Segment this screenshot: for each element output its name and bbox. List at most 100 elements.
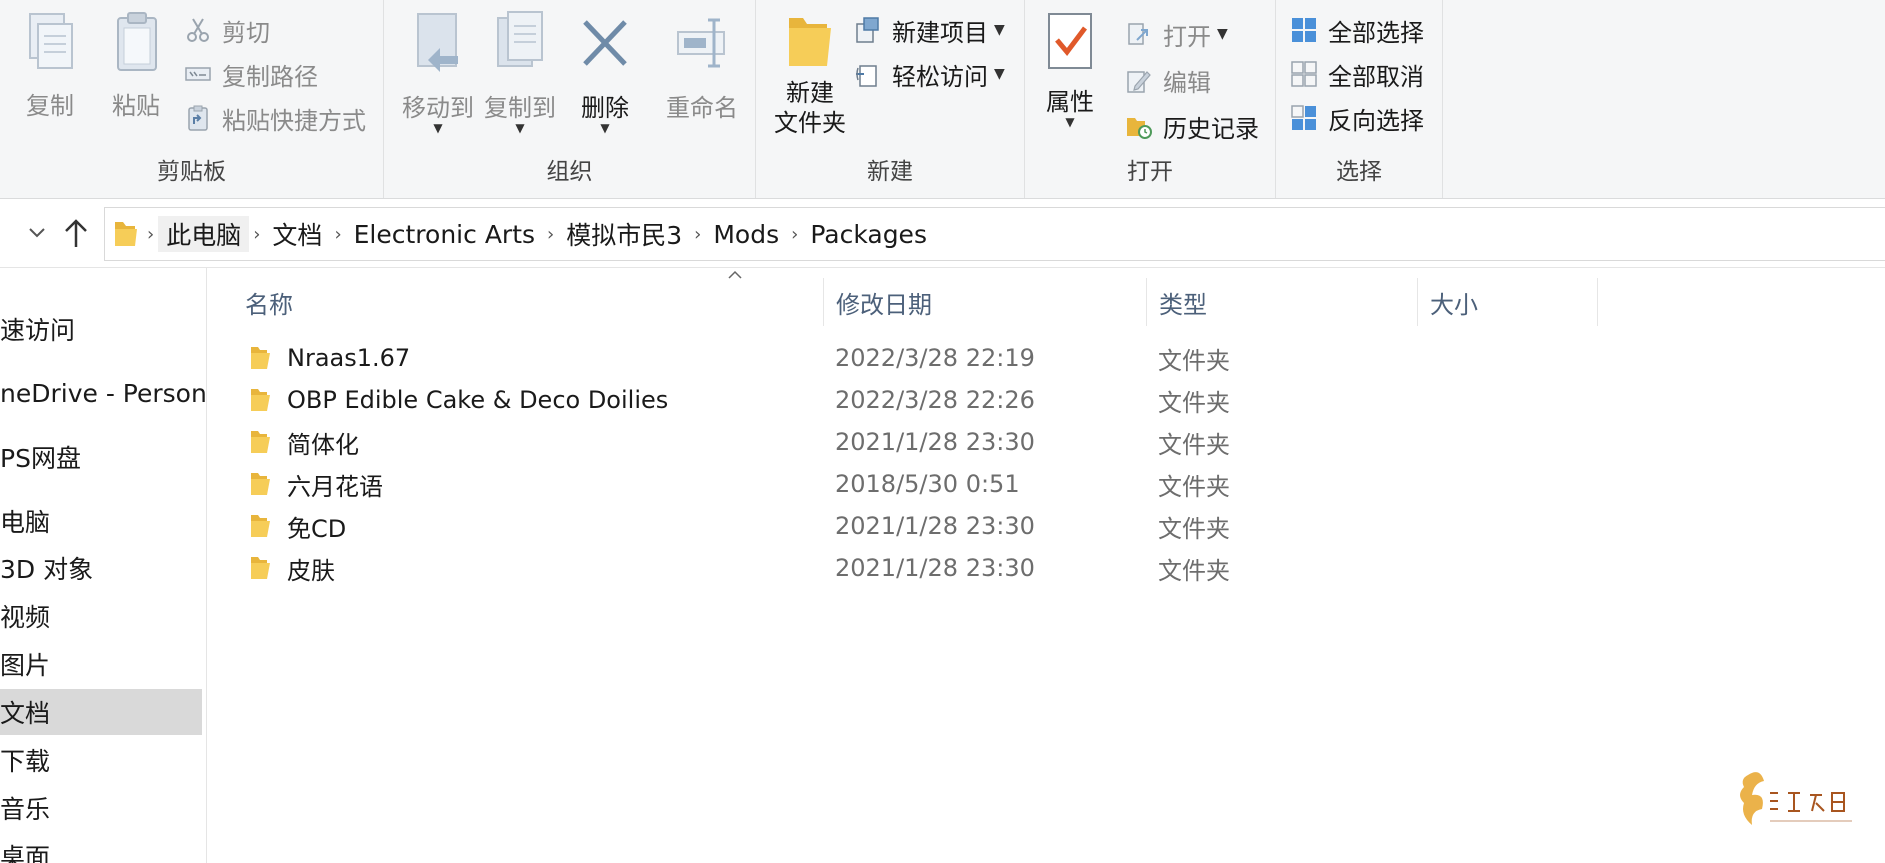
paste-button[interactable]: 粘贴 — [96, 10, 176, 121]
clipboard-group-label: 剪贴板 — [157, 159, 226, 185]
breadcrumb-separator-icon[interactable]: › — [249, 224, 264, 245]
file-name: 六月花语 — [287, 472, 383, 501]
address-bar[interactable]: › 此电脑 › 文档 › Electronic Arts › 模拟市民3 › M… — [104, 207, 1885, 261]
folder-icon — [251, 557, 270, 579]
sidebar-item-onedrive[interactable]: neDrive - Persona — [0, 370, 206, 416]
new-item-caret-icon: ▼ — [994, 22, 1005, 38]
column-header-name-label: 名称 — [245, 290, 293, 319]
copy-path-icon — [185, 67, 211, 81]
breadcrumb-electronic-arts[interactable]: Electronic Arts — [346, 220, 543, 249]
sidebar-item-pictures[interactable]: 图片 — [0, 641, 202, 687]
folder-icon — [251, 389, 270, 411]
move-to-caret-icon: ▼ — [433, 121, 443, 135]
file-date: 2021/1/28 23:30 — [835, 554, 1035, 582]
file-row[interactable]: 免CD 2021/1/28 23:30 文件夹 — [245, 506, 1495, 546]
file-date: 2022/3/28 22:26 — [835, 386, 1035, 414]
folder-icon — [115, 222, 137, 246]
new-folder-button[interactable]: 新建 文件夹 — [762, 10, 858, 138]
sidebar-item-desktop[interactable]: 桌面 — [0, 833, 202, 863]
new-folder-label-1: 新建 — [786, 79, 834, 107]
easy-access-caret-icon: ▼ — [994, 66, 1005, 82]
edit-button[interactable]: 编辑 — [1125, 62, 1211, 98]
new-folder-icon — [789, 18, 831, 66]
new-item-button[interactable]: 新建项目 ▼ — [854, 12, 1005, 48]
sidebar-item-wps-drive[interactable]: PS网盘 — [0, 434, 202, 480]
sidebar-item-documents[interactable]: 文档 — [0, 689, 202, 735]
move-to-icon — [417, 13, 458, 72]
organize-group: 移动到 ▼ 复制到 ▼ 删除 ▼ 重命名 组织 — [384, 0, 756, 198]
breadcrumb-separator-icon[interactable]: › — [143, 224, 158, 245]
invert-selection-button[interactable]: 反向选择 — [1290, 100, 1424, 136]
easy-access-icon — [856, 65, 877, 87]
open-button[interactable]: 打开 ▼ — [1125, 16, 1228, 52]
rename-label: 重命名 — [666, 94, 738, 122]
copy-path-button[interactable]: 复制路径 — [184, 56, 318, 92]
column-header-date[interactable]: 修改日期 — [824, 278, 1147, 326]
breadcrumb-mods[interactable]: Mods — [705, 220, 787, 249]
file-name: 皮肤 — [287, 556, 335, 585]
scissors-icon — [187, 18, 209, 42]
delete-label: 删除 — [581, 94, 629, 122]
ribbon: 复制 粘贴 剪切 复制路径 粘贴快捷方式 剪贴板 移动到 ▼ 复制到 ▼ 删除 … — [0, 0, 1885, 199]
sidebar-item-videos[interactable]: 视频 — [0, 593, 202, 639]
select-all-button[interactable]: 全部选择 — [1290, 12, 1424, 48]
file-name: 免CD — [287, 514, 347, 543]
copy-path-label: 复制路径 — [222, 62, 318, 91]
column-header-size[interactable]: 大小 — [1418, 278, 1598, 326]
file-row[interactable]: Nraas1.67 2022/3/28 22:19 文件夹 — [245, 338, 1495, 378]
edit-pencil-icon — [1127, 71, 1151, 93]
file-row[interactable]: 皮肤 2021/1/28 23:30 文件夹 — [245, 548, 1495, 588]
file-name: OBP Edible Cake & Deco Doilies — [287, 386, 669, 414]
breadcrumb-separator-icon[interactable]: › — [543, 224, 558, 245]
file-row[interactable]: 简体化 2021/1/28 23:30 文件夹 — [245, 422, 1495, 462]
file-list: 名称 修改日期 类型 大小 Nraas1.67 2022/3/28 22:19 … — [207, 268, 1885, 863]
column-header-type-label: 类型 — [1159, 290, 1207, 319]
delete-button[interactable]: 删除 ▼ — [570, 10, 640, 134]
select-group: 全部选择 全部取消 反向选择 选择 — [1276, 0, 1443, 198]
column-header-type[interactable]: 类型 — [1147, 278, 1418, 326]
cut-button[interactable]: 剪切 — [184, 12, 270, 48]
new-item-icon — [856, 17, 879, 43]
up-arrow-icon[interactable] — [62, 217, 90, 249]
breadcrumb-separator-icon[interactable]: › — [787, 224, 802, 245]
sidebar-item-downloads[interactable]: 下载 — [0, 737, 202, 783]
column-header-name[interactable]: 名称 — [207, 278, 824, 326]
history-button[interactable]: 历史记录 — [1125, 108, 1259, 144]
breadcrumb-separator-icon[interactable]: › — [690, 224, 705, 245]
breadcrumb-packages[interactable]: Packages — [802, 220, 935, 249]
paste-shortcut-button[interactable]: 粘贴快捷方式 — [184, 100, 366, 136]
properties-button[interactable]: 属性 ▼ — [1033, 10, 1107, 128]
select-none-button[interactable]: 全部取消 — [1290, 56, 1424, 92]
history-label: 历史记录 — [1163, 114, 1259, 143]
sidebar-item-quick-access[interactable]: 速访问 — [0, 306, 202, 352]
copy-button[interactable]: 复制 — [10, 10, 90, 121]
file-name: 简体化 — [287, 430, 359, 459]
properties-icon — [1048, 13, 1092, 69]
recent-locations-chevron-down-icon[interactable] — [24, 219, 50, 245]
file-row[interactable]: 六月花语 2018/5/30 0:51 文件夹 — [245, 464, 1495, 504]
easy-access-button[interactable]: 轻松访问 ▼ — [854, 56, 1005, 92]
file-type: 文件夹 — [1158, 388, 1230, 417]
breadcrumb-documents[interactable]: 文档 — [264, 216, 330, 252]
folder-icon — [251, 347, 270, 369]
rename-icon — [677, 18, 725, 68]
file-row[interactable]: OBP Edible Cake & Deco Doilies 2022/3/28… — [245, 380, 1495, 420]
edit-label: 编辑 — [1163, 68, 1211, 97]
folder-icon — [251, 473, 270, 495]
sidebar-item-music[interactable]: 音乐 — [0, 785, 202, 831]
sidebar-item-this-pc[interactable]: 电脑 — [0, 498, 202, 544]
copy-to-caret-icon: ▼ — [515, 121, 525, 135]
clipboard-group: 复制 粘贴 剪切 复制路径 粘贴快捷方式 剪贴板 — [0, 0, 384, 198]
history-icon — [1127, 118, 1152, 139]
new-group-label: 新建 — [867, 159, 913, 185]
select-none-label: 全部取消 — [1328, 62, 1424, 91]
breadcrumb-sims3[interactable]: 模拟市民3 — [558, 216, 690, 252]
rename-button[interactable]: 重命名 — [660, 10, 744, 123]
sidebar-item-3d-objects[interactable]: 3D 对象 — [0, 545, 202, 591]
move-to-button[interactable]: 移动到 ▼ — [394, 10, 482, 135]
breadcrumb-separator-icon[interactable]: › — [330, 224, 345, 245]
copy-to-button[interactable]: 复制到 ▼ — [476, 10, 564, 135]
breadcrumb-this-pc[interactable]: 此电脑 — [158, 216, 250, 252]
select-group-label: 选择 — [1336, 159, 1382, 185]
file-name: Nraas1.67 — [287, 344, 411, 372]
